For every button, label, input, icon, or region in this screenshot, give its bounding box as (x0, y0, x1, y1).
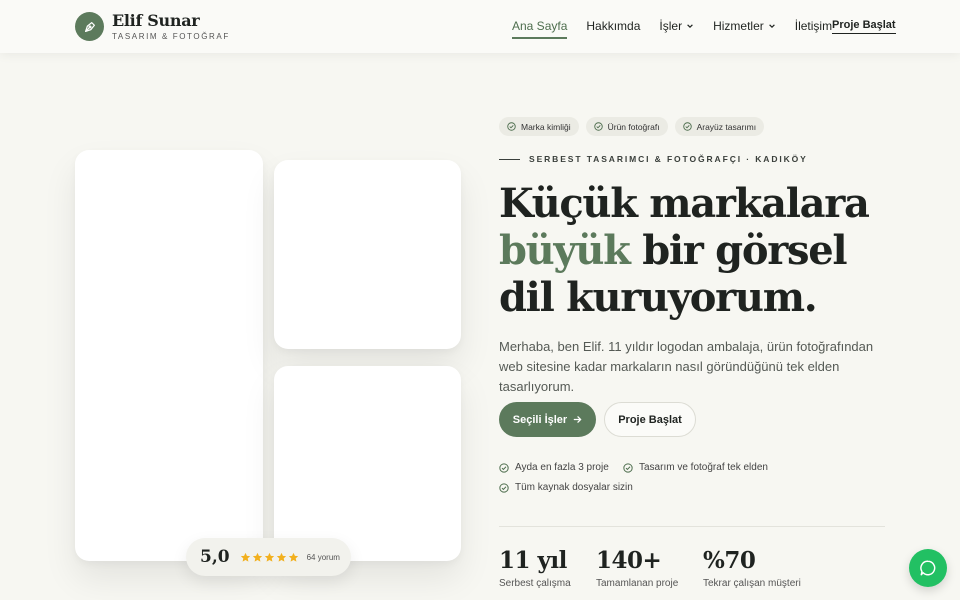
nav-item-works[interactable]: İşler (659, 19, 694, 33)
arrow-right-icon (573, 416, 582, 423)
main-nav: Ana Sayfa Hakkımda İşler Hizmetler İleti… (512, 19, 851, 39)
service-tags: Marka kimliği Ürün fotoğrafı Arayüz tasa… (499, 117, 771, 136)
pen-nib-icon (75, 12, 104, 41)
site-header: Elif Sunar TASARIM & FOTOĞRAF Ana Sayfa … (0, 0, 960, 53)
check-circle-icon (507, 122, 516, 131)
brand-subtitle: TASARIM & FOTOĞRAF (112, 32, 230, 41)
brand-name: Elif Sunar (112, 11, 200, 30)
selected-works-button[interactable]: Seçili İşler (499, 402, 596, 437)
portfolio-image-card (75, 150, 263, 561)
divider (499, 526, 885, 527)
star-icon (240, 552, 250, 562)
nav-item-home[interactable]: Ana Sayfa (512, 19, 568, 39)
start-project-link[interactable]: Proje Başlat (832, 19, 896, 34)
headline-accent: büyük (499, 227, 631, 274)
check-circle-icon (623, 462, 633, 473)
chat-button[interactable] (909, 549, 947, 587)
star-icon (288, 552, 298, 562)
feature-item: Tasarım ve fotoğraf tek elden (623, 462, 768, 473)
tag: Ürün fotoğrafı (585, 117, 668, 136)
hero-lead: Merhaba, ben Elif. 11 yıldır logodan amb… (499, 339, 874, 394)
tag: Marka kimliği (499, 117, 579, 136)
stat-projects: 140+ Tamamlanan proje (596, 547, 679, 589)
stat-returning-clients: %70 Tekrar çalışan müşteri (703, 547, 801, 589)
nav-item-about[interactable]: Hakkımda (586, 19, 640, 33)
tag: Arayüz tasarımı (674, 117, 765, 136)
brand[interactable]: Elif Sunar TASARIM & FOTOĞRAF (75, 12, 230, 41)
eyebrow: SERBEST TASARIMCI & FOTOĞRAFÇI · KADIKÖY (499, 154, 808, 164)
rating-badge: 5,0 64 yorum (186, 538, 351, 576)
stat-years: 11 yıl Serbest çalışma (499, 547, 571, 589)
hero-headline: Küçük markalara büyük bir görsel dil kur… (499, 180, 870, 321)
star-rating (240, 552, 300, 563)
chat-bubble-icon (920, 560, 936, 576)
nav-item-contact[interactable]: İletişim (795, 19, 832, 33)
eyebrow-line (499, 158, 520, 160)
portfolio-image-card (274, 366, 461, 561)
check-circle-icon (499, 462, 509, 473)
review-count: 64 yorum (306, 552, 340, 562)
check-circle-icon (682, 122, 692, 131)
star-icon (276, 552, 286, 562)
check-circle-icon (499, 482, 509, 493)
chevron-down-icon (768, 22, 776, 30)
portfolio-image-card (274, 160, 461, 349)
star-icon (264, 552, 274, 562)
rating-score: 5,0 (200, 547, 230, 567)
start-project-button[interactable]: Proje Başlat (604, 402, 696, 437)
feature-item: Ayda en fazla 3 proje (499, 462, 609, 473)
feature-item: Tüm kaynak dosyalar sizin (499, 482, 633, 493)
check-circle-icon (593, 122, 603, 131)
star-icon (252, 552, 262, 562)
nav-item-services[interactable]: Hizmetler (713, 19, 776, 33)
chevron-down-icon (686, 22, 694, 30)
